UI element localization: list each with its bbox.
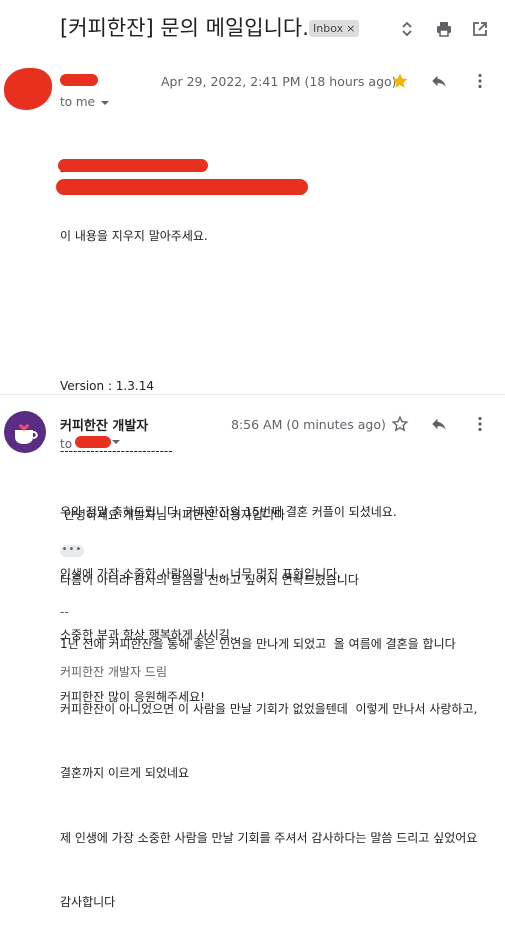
inbox-label-badge[interactable]: Inbox × xyxy=(309,20,360,37)
redacted-recipient xyxy=(75,436,111,448)
signature-line: -- xyxy=(60,605,69,619)
message2-recipient[interactable]: to xyxy=(60,437,72,451)
chevron-down-icon[interactable] xyxy=(112,440,120,444)
message1-recipient[interactable]: to me xyxy=(60,95,109,109)
coffee-heart-avatar-icon xyxy=(4,411,46,453)
email-subject: [커피한잔] 문의 메일입니다. xyxy=(60,16,309,40)
body-line: 우와 정말 축하드립니다. 커피한잔의 15번째 결혼 커플이 되셨네요. xyxy=(60,505,397,519)
star-filled-icon[interactable] xyxy=(391,72,409,90)
chevron-down-icon[interactable] xyxy=(100,100,109,105)
redacted-text-line xyxy=(56,179,308,195)
message2-sender[interactable]: 커피한잔 개발자 xyxy=(60,415,148,434)
recipient-label: to xyxy=(60,437,73,451)
message2-date: 8:56 AM (0 minutes ago) xyxy=(231,417,386,432)
chevron-updown-icon[interactable] xyxy=(398,20,416,38)
body-line: 결혼까지 이르게 되었네요 xyxy=(60,766,190,780)
body-line: 감사합니다 xyxy=(60,895,116,909)
body-line: -------------------------- xyxy=(60,443,173,458)
redacted-text-line xyxy=(58,159,208,172)
star-outline-icon[interactable] xyxy=(391,415,409,433)
signature-line: 커피한잔 개발자 드림 xyxy=(60,665,167,679)
print-icon[interactable] xyxy=(435,20,453,38)
remove-label-icon[interactable]: × xyxy=(346,22,355,35)
show-trimmed-content-button[interactable]: ••• xyxy=(60,545,84,557)
message-divider xyxy=(0,394,505,395)
open-in-new-icon[interactable] xyxy=(471,20,489,38)
inbox-label-text: Inbox xyxy=(313,22,344,35)
reply-icon[interactable] xyxy=(430,72,448,90)
reply-icon[interactable] xyxy=(430,415,448,433)
redacted-avatar xyxy=(4,68,52,110)
body-line: 이 내용을 지우지 말아주세요. xyxy=(60,228,208,243)
message2-signature: -- 커피한잔 개발자 드림 xyxy=(60,562,167,702)
redacted-sender-name xyxy=(60,74,98,86)
more-vert-icon[interactable] xyxy=(471,72,489,90)
body-line: 제 인생에 가장 소중한 사람을 만날 기회를 주셔서 감사하다는 말씀 드리고… xyxy=(60,830,478,845)
message1-date: Apr 29, 2022, 2:41 PM (18 hours ago) xyxy=(161,74,397,89)
more-vert-icon[interactable] xyxy=(471,415,489,433)
recipient-label: to me xyxy=(60,95,95,109)
